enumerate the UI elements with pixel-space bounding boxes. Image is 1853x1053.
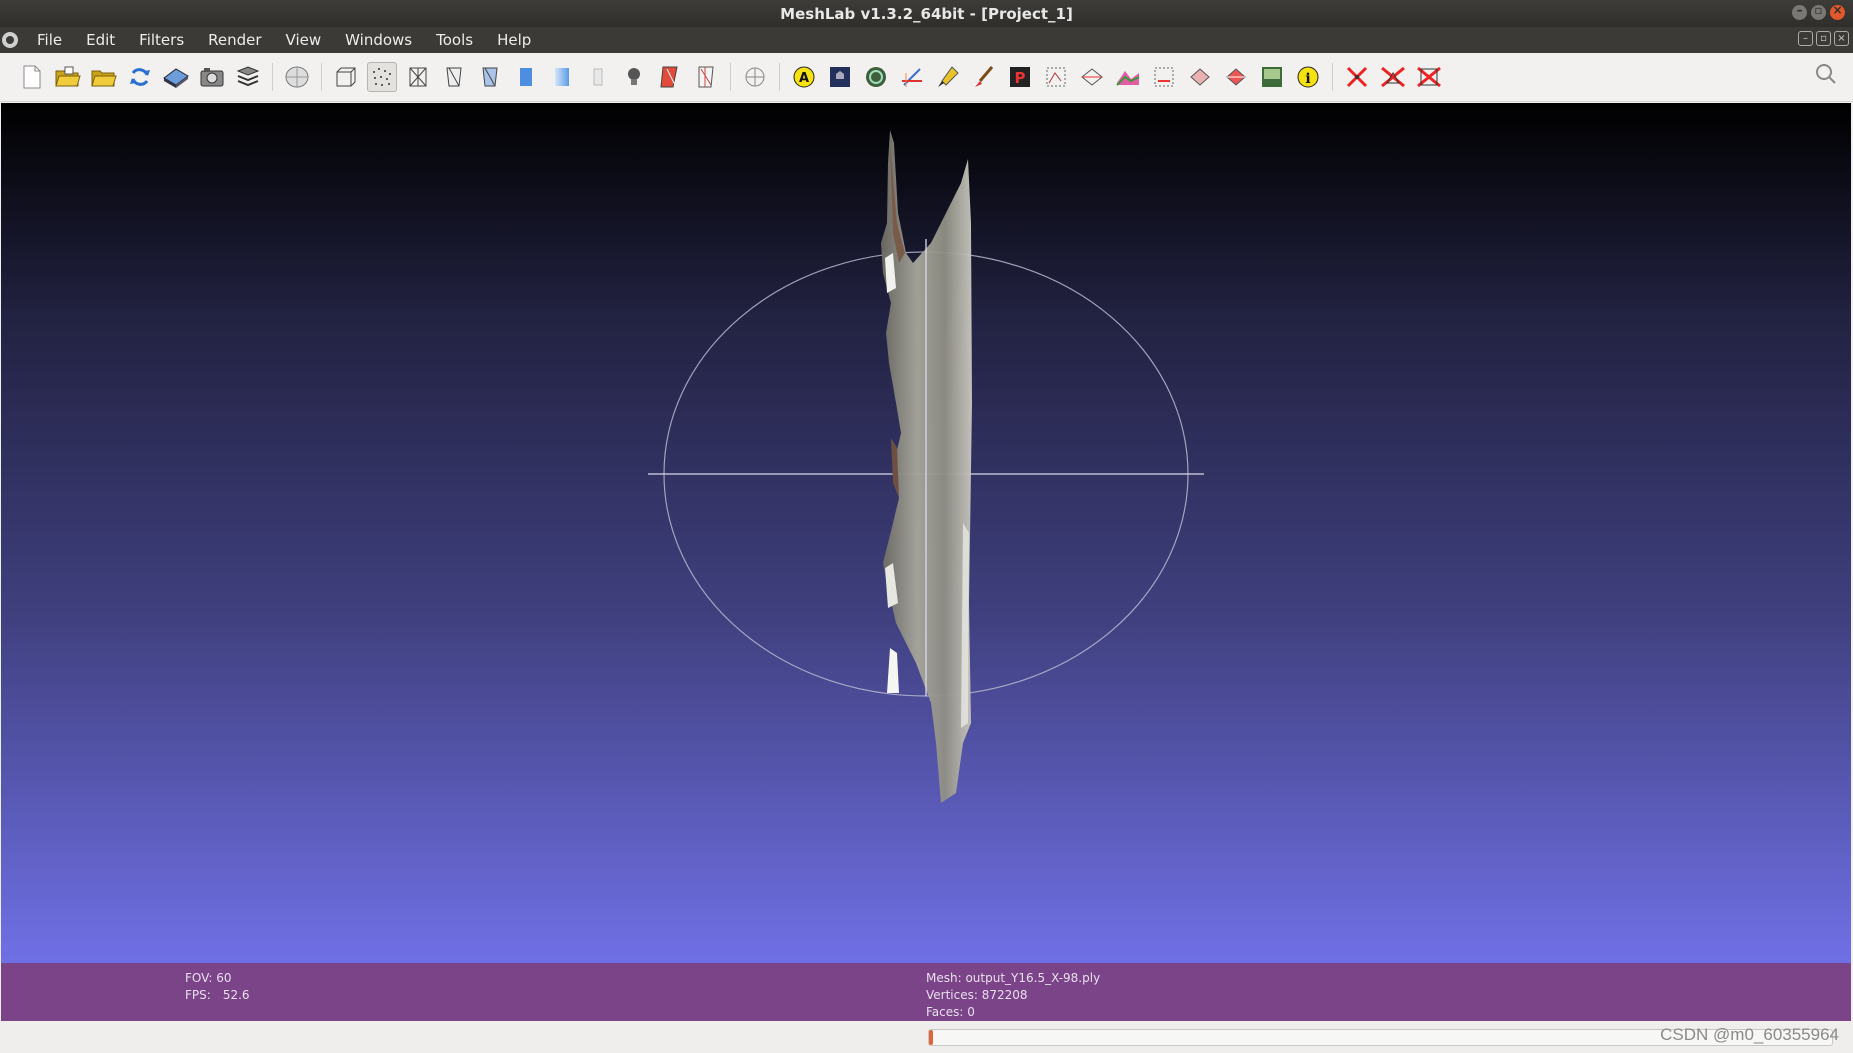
fps-value: 52.6 (222, 988, 250, 1002)
menu-windows[interactable]: Windows (332, 31, 423, 49)
snapshot-icon[interactable] (197, 62, 227, 92)
double-side-icon[interactable] (655, 62, 685, 92)
selection-icon[interactable] (1041, 62, 1071, 92)
view-info: FOV: 60 FPS: 52.6 (185, 970, 250, 1004)
select-connected-icon[interactable] (1077, 62, 1107, 92)
subwindow-minimize-button[interactable]: – (1798, 31, 1813, 46)
svg-text:i: i (1305, 71, 1310, 87)
layers-icon[interactable] (233, 62, 263, 92)
new-project-icon[interactable] (17, 62, 47, 92)
light-icon[interactable] (619, 62, 649, 92)
info-panel: FOV: 60 FPS: 52.6 Mesh: output_Y16.5_X-98… (1, 963, 1851, 1021)
progress-fill (929, 1030, 934, 1045)
fov-label: FOV: 60 (185, 971, 232, 985)
window-controls: – ▫ × (1792, 3, 1845, 20)
mesh-info: Mesh: output_Y16.5_X-98.ply Vertices: 87… (926, 970, 1100, 1021)
main-toolbar: A P i (0, 53, 1853, 102)
flat-icon[interactable] (511, 62, 541, 92)
meshlab-logo-icon[interactable] (2, 32, 18, 48)
annotation-icon[interactable]: A (789, 62, 819, 92)
subwindow-close-button[interactable]: × (1834, 31, 1849, 46)
hidden-lines-icon[interactable] (439, 62, 469, 92)
search-icon[interactable] (1815, 63, 1837, 89)
menu-help[interactable]: Help (484, 31, 542, 49)
paint-icon[interactable] (933, 62, 963, 92)
bounding-box-icon[interactable] (331, 62, 361, 92)
open-mesh-icon[interactable] (89, 62, 119, 92)
subwindow-controls: – ▫ × (1798, 31, 1849, 46)
measure-icon[interactable] (897, 62, 927, 92)
menu-tools[interactable]: Tools (423, 31, 484, 49)
info-icon[interactable]: i (1293, 62, 1323, 92)
flat-lines-icon[interactable] (475, 62, 505, 92)
mesh-name-label: Mesh: output_Y16.5_X-98.ply (926, 971, 1101, 985)
raster-icon[interactable] (1257, 62, 1287, 92)
title-bar: MeshLab v1.3.2_64bit - [Project_1] – ▫ × (0, 0, 1853, 27)
close-button[interactable]: × (1830, 3, 1845, 20)
menu-filters[interactable]: Filters (126, 31, 195, 49)
menu-edit[interactable]: Edit (73, 31, 126, 49)
smooth-icon[interactable] (547, 62, 577, 92)
open-project-icon[interactable] (53, 62, 83, 92)
faces-label: Faces: 0 (926, 1005, 975, 1019)
select-vertex-icon[interactable] (1149, 62, 1179, 92)
points-icon[interactable] (367, 62, 397, 92)
menu-view[interactable]: View (273, 31, 333, 49)
svg-text:A: A (799, 71, 809, 86)
3d-viewport[interactable] (1, 103, 1851, 963)
texture-paint-icon[interactable] (861, 62, 891, 92)
pickpoints-icon[interactable]: P (1005, 62, 1035, 92)
fps-row: FPS: 52.6 (185, 987, 250, 1004)
save-icon[interactable] (161, 62, 191, 92)
manipulator-icon[interactable] (825, 62, 855, 92)
quality-icon[interactable] (1113, 62, 1143, 92)
subwindow-restore-button[interactable]: ▫ (1816, 31, 1831, 46)
watermark-text: CSDN @m0_60355964 (1660, 1025, 1839, 1044)
delete-vertices-icon[interactable] (1342, 62, 1372, 92)
menu-file[interactable]: File (24, 31, 73, 49)
fps-label: FPS: (185, 988, 211, 1002)
texture-icon[interactable] (583, 62, 613, 92)
menu-render[interactable]: Render (195, 31, 272, 49)
delete-all-icon[interactable] (1414, 62, 1444, 92)
minimize-button[interactable]: – (1792, 3, 1807, 20)
brush-icon[interactable] (969, 62, 999, 92)
window-title: MeshLab v1.3.2_64bit - [Project_1] (780, 4, 1073, 23)
mesh-render (648, 130, 1204, 803)
reload-icon[interactable] (125, 62, 155, 92)
svg-text:P: P (1015, 69, 1026, 87)
maximize-button[interactable]: ▫ (1811, 3, 1826, 20)
trackball-icon[interactable] (740, 62, 770, 92)
wireframe-icon[interactable] (403, 62, 433, 92)
globe-icon[interactable] (282, 62, 312, 92)
status-bar: CSDN @m0_60355964 (0, 1021, 1853, 1053)
select-face-icon[interactable] (1185, 62, 1215, 92)
delete-faces-icon[interactable] (1378, 62, 1408, 92)
vertices-label: Vertices: 872208 (926, 988, 1028, 1002)
z-painting-icon[interactable] (1221, 62, 1251, 92)
normals-icon[interactable] (691, 62, 721, 92)
menu-bar: File Edit Filters Render View Windows To… (0, 27, 1853, 53)
